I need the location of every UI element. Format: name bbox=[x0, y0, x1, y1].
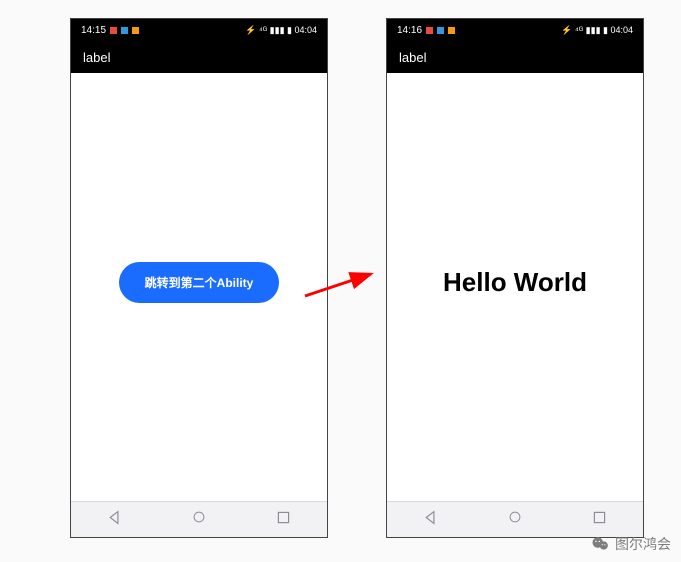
status-left: 14:16 bbox=[397, 25, 455, 36]
phone-left: 14:15 ⚡ ⁴ᴳ ▮▮▮ ▮ 04:04 label 跳转到第二个Abili… bbox=[70, 18, 328, 538]
status-dot-icon bbox=[437, 27, 444, 34]
main-text: Hello World bbox=[443, 267, 587, 298]
status-dot-icon bbox=[132, 27, 139, 34]
status-left: 14:15 bbox=[81, 25, 139, 36]
status-time: 14:15 bbox=[81, 25, 106, 36]
status-dot-icon bbox=[426, 27, 433, 34]
wechat-icon bbox=[591, 535, 609, 553]
content-area: 跳转到第二个Ability bbox=[71, 73, 327, 501]
phone-right: 14:16 ⚡ ⁴ᴳ ▮▮▮ ▮ 04:04 label Hello World bbox=[386, 18, 644, 538]
nav-home-icon[interactable] bbox=[508, 510, 522, 529]
status-dot-icon bbox=[110, 27, 117, 34]
app-title-bar: label bbox=[387, 41, 643, 73]
system-nav-bar bbox=[387, 501, 643, 537]
status-bar: 14:16 ⚡ ⁴ᴳ ▮▮▮ ▮ 04:04 bbox=[387, 19, 643, 41]
watermark: 图尔鸿会 bbox=[591, 534, 671, 554]
nav-back-icon[interactable] bbox=[422, 509, 439, 531]
status-bar: 14:15 ⚡ ⁴ᴳ ▮▮▮ ▮ 04:04 bbox=[71, 19, 327, 41]
app-title: label bbox=[399, 50, 426, 65]
app-title: label bbox=[83, 50, 110, 65]
status-right-icons: ⚡ ⁴ᴳ ▮▮▮ ▮ 04:04 bbox=[245, 25, 317, 36]
status-dot-icon bbox=[121, 27, 128, 34]
nav-back-icon[interactable] bbox=[106, 509, 123, 531]
app-title-bar: label bbox=[71, 41, 327, 73]
status-time: 14:16 bbox=[397, 25, 422, 36]
system-nav-bar bbox=[71, 501, 327, 537]
watermark-text: 图尔鸿会 bbox=[615, 534, 671, 554]
status-right-icons: ⚡ ⁴ᴳ ▮▮▮ ▮ 04:04 bbox=[561, 25, 633, 36]
nav-home-icon[interactable] bbox=[192, 510, 206, 529]
content-area: Hello World bbox=[387, 73, 643, 501]
navigate-ability-button[interactable]: 跳转到第二个Ability bbox=[119, 262, 280, 303]
nav-recent-icon[interactable] bbox=[591, 509, 608, 531]
status-dot-icon bbox=[448, 27, 455, 34]
nav-recent-icon[interactable] bbox=[275, 509, 292, 531]
